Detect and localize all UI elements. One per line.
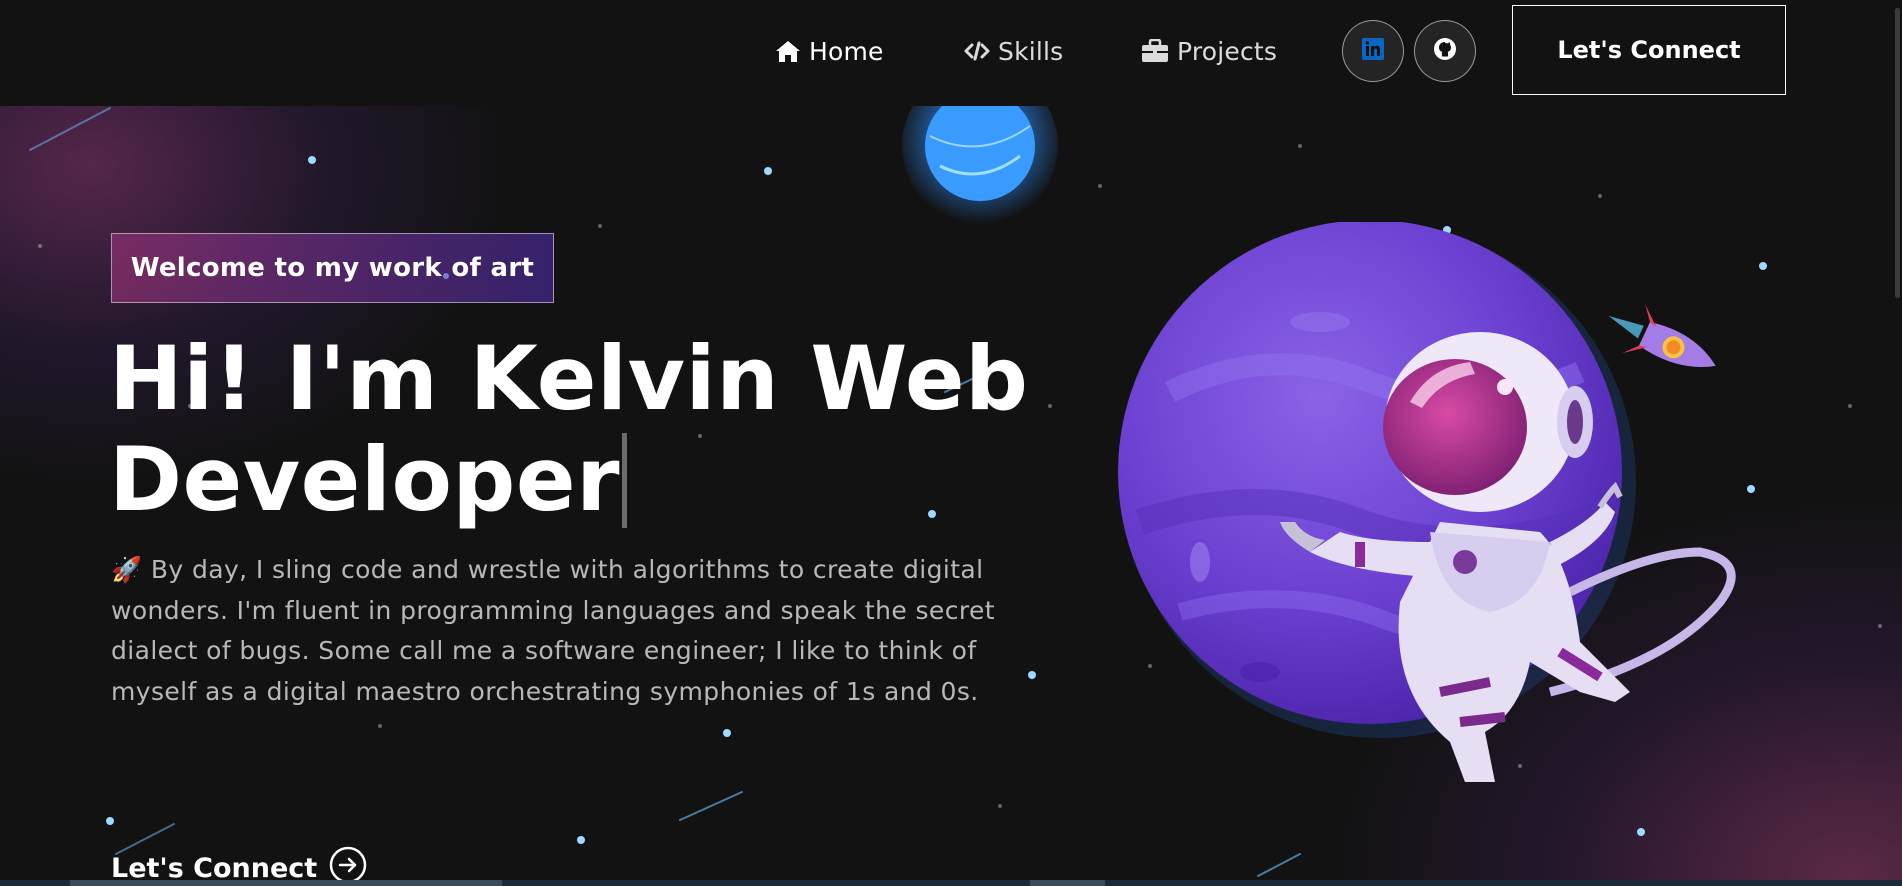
hero-banner: Welcome to my work of art Hi! I'm Kelvin…: [0, 106, 1902, 886]
hero-title: Hi! I'm Kelvin Web Developer: [109, 328, 1069, 530]
nav-link-projects[interactable]: Projects: [1141, 33, 1277, 69]
welcome-tagline-text: Welcome to my work of art: [130, 253, 535, 283]
nav-link-home-label: Home: [809, 36, 884, 66]
welcome-tagline: Welcome to my work of art: [111, 233, 554, 303]
github-icon: [1433, 37, 1457, 65]
rocket-icon: [1608, 304, 1716, 367]
code-icon: [964, 41, 990, 61]
page-scrollbar[interactable]: [1895, 8, 1900, 298]
bottom-strip-segment: [1030, 880, 1105, 886]
portfolio-page: Home Skills Projects Let's Connect Welco…: [0, 0, 1902, 886]
astronaut-illustration: [1118, 222, 1736, 782]
lets-connect-nav-button[interactable]: Let's Connect: [1512, 5, 1786, 95]
hero-title-line-1: Hi! I'm Kelvin Web: [109, 327, 1029, 430]
nav-link-home[interactable]: Home: [775, 33, 884, 69]
linkedin-icon: [1362, 38, 1384, 64]
blue-planet-icon: [902, 106, 1058, 224]
nav-link-skills-label: Skills: [998, 36, 1064, 66]
github-button[interactable]: [1414, 20, 1476, 82]
nav-link-projects-label: Projects: [1177, 36, 1278, 66]
typing-cursor: [621, 433, 627, 528]
lets-connect-nav-label: Let's Connect: [1557, 36, 1741, 64]
bottom-strip-segment: [70, 880, 502, 886]
nav-link-skills[interactable]: Skills: [964, 33, 1063, 69]
hero-title-line-2: Developer: [109, 428, 620, 531]
home-icon: [775, 39, 801, 63]
navbar: Home Skills Projects Let's Connect: [0, 0, 1902, 106]
briefcase-icon: [1141, 39, 1169, 63]
hero-description: 🚀 By day, I sling code and wrestle with …: [111, 555, 995, 706]
linkedin-button[interactable]: [1342, 20, 1404, 82]
bottom-status-strip: [0, 880, 1902, 886]
